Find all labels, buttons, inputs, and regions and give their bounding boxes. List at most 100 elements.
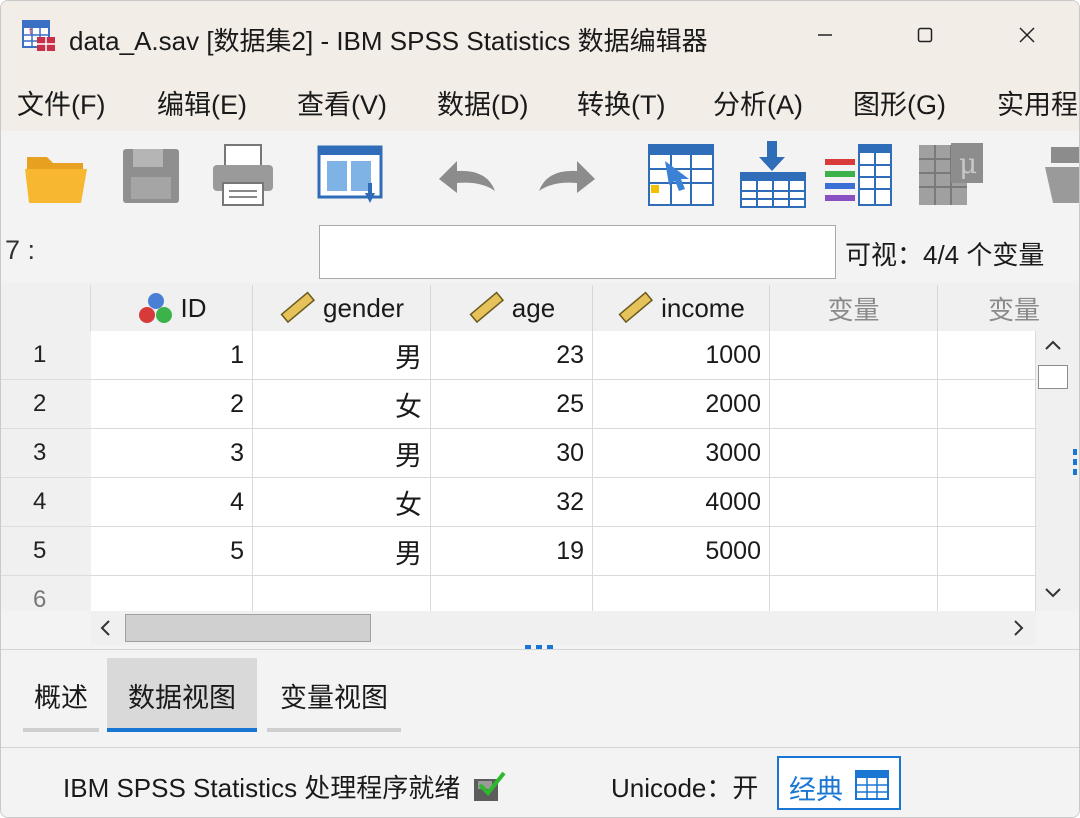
scroll-right-icon[interactable] [1007,617,1029,639]
unicode-status: Unicode：开 [611,773,759,803]
data-cell[interactable]: 5 [91,527,253,576]
table-layout-icon [855,770,889,800]
variables-icon[interactable] [823,139,895,211]
column-name: ID [180,292,207,323]
tab-variable-view[interactable]: 变量视图 [267,658,401,732]
data-cell[interactable]: 女 [253,380,431,429]
undo-icon[interactable] [431,139,503,211]
column-header-age[interactable]: age [431,285,593,331]
data-cell[interactable]: 1 [91,331,253,380]
menu-edit[interactable]: 编辑(E) [157,83,247,122]
data-grid: ID gender age income 变量 变量 1 2 3 4 5 6 1… [1,283,1079,611]
data-cell[interactable]: 3000 [593,429,770,478]
column-header-income[interactable]: income [593,285,770,331]
svg-text:t: t [29,27,33,37]
data-cell[interactable] [91,576,253,611]
data-cell[interactable] [938,380,1036,429]
scroll-down-icon[interactable] [1042,581,1064,603]
menu-file[interactable]: 文件(F) [17,83,105,122]
title-bar: t data_A.sav [数据集2] - IBM SPSS Statistic… [1,1,1079,69]
data-cell[interactable] [770,331,938,380]
row-header[interactable]: 6 [1,576,91,611]
maximize-button[interactable] [905,15,945,55]
insert-cases-icon[interactable] [737,139,809,211]
data-cell[interactable]: 4000 [593,478,770,527]
row-header[interactable]: 4 [1,478,91,527]
menu-bar: 文件(F) 编辑(E) 查看(V) 数据(D) 转换(T) 分析(A) 图形(G… [1,69,1079,131]
vertical-scrollbar[interactable] [1036,331,1070,607]
data-cell[interactable]: 女 [253,478,431,527]
menu-data[interactable]: 数据(D) [437,83,528,122]
data-cell[interactable]: 32 [431,478,593,527]
column-header-id[interactable]: ID [91,285,253,331]
print-icon[interactable] [207,139,279,211]
scale-icon [618,291,654,324]
recall-dialog-icon[interactable] [315,139,387,211]
data-cell[interactable] [431,576,593,611]
tab-overview[interactable]: 概述 [23,658,99,732]
data-cell[interactable]: 男 [253,527,431,576]
open-folder-icon[interactable] [21,139,93,211]
data-cell[interactable] [770,527,938,576]
row-header[interactable]: 5 [1,527,91,576]
data-cell[interactable]: 19 [431,527,593,576]
scroll-left-icon[interactable] [95,617,117,639]
data-cell[interactable] [770,478,938,527]
horizontal-scrollbar[interactable] [91,611,1036,645]
ready-check-icon [473,771,506,801]
data-cell[interactable]: 1000 [593,331,770,380]
data-cell[interactable] [770,429,938,478]
menu-view[interactable]: 查看(V) [297,83,387,122]
row-header[interactable]: 2 [1,380,91,429]
descriptives-icon[interactable]: μ [915,139,987,211]
split-file-icon[interactable] [1031,139,1080,211]
redo-icon[interactable] [531,139,603,211]
menu-graphs[interactable]: 图形(G) [853,83,946,122]
cell-value-input[interactable] [319,225,836,279]
scale-icon [280,291,316,324]
column-header-var[interactable]: 变量 [938,285,1079,331]
menu-transform[interactable]: 转换(T) [577,83,665,122]
data-cell[interactable] [938,429,1036,478]
data-cell[interactable]: 30 [431,429,593,478]
scale-icon [469,291,504,324]
splitter-handle-icon[interactable] [1071,447,1079,477]
data-cell[interactable] [253,576,431,611]
data-cell[interactable]: 3 [91,429,253,478]
save-icon[interactable] [115,139,187,211]
menu-analyze[interactable]: 分析(A) [713,83,803,122]
row-header[interactable]: 3 [1,429,91,478]
menu-utilities[interactable]: 实用程 [997,83,1078,122]
data-cell[interactable] [770,380,938,429]
goto-case-icon[interactable] [645,139,717,211]
data-cell[interactable]: 男 [253,429,431,478]
vertical-scroll-thumb[interactable] [1038,365,1068,389]
data-cell[interactable]: 男 [253,331,431,380]
data-cell[interactable] [770,576,938,611]
data-cell[interactable] [593,576,770,611]
data-cell[interactable]: 2 [91,380,253,429]
data-cell[interactable] [938,478,1036,527]
cell-editor-row: 7 : 可视：4/4 个变量 [1,221,1079,283]
column-header-var[interactable]: 变量 [770,285,938,331]
row-header[interactable]: 1 [1,331,91,380]
close-button[interactable] [1007,15,1047,55]
scroll-up-icon[interactable] [1042,335,1064,357]
data-cell[interactable]: 5000 [593,527,770,576]
data-cell[interactable] [938,576,1036,611]
classic-mode-button[interactable]: 经典 [777,756,901,810]
data-cell[interactable]: 25 [431,380,593,429]
cell-reference: 7 : [5,235,36,265]
tab-data-view[interactable]: 数据视图 [107,658,257,732]
column-header-gender[interactable]: gender [253,285,431,331]
data-cell[interactable]: 23 [431,331,593,380]
column-name: age [511,292,556,323]
data-cell[interactable] [938,331,1036,380]
tab-underline [267,728,401,732]
horizontal-scroll-thumb[interactable] [125,614,371,642]
minimize-button[interactable] [805,15,845,55]
data-cell[interactable] [938,527,1036,576]
grid-corner[interactable] [1,285,91,331]
data-cell[interactable]: 2000 [593,380,770,429]
data-cell[interactable]: 4 [91,478,253,527]
